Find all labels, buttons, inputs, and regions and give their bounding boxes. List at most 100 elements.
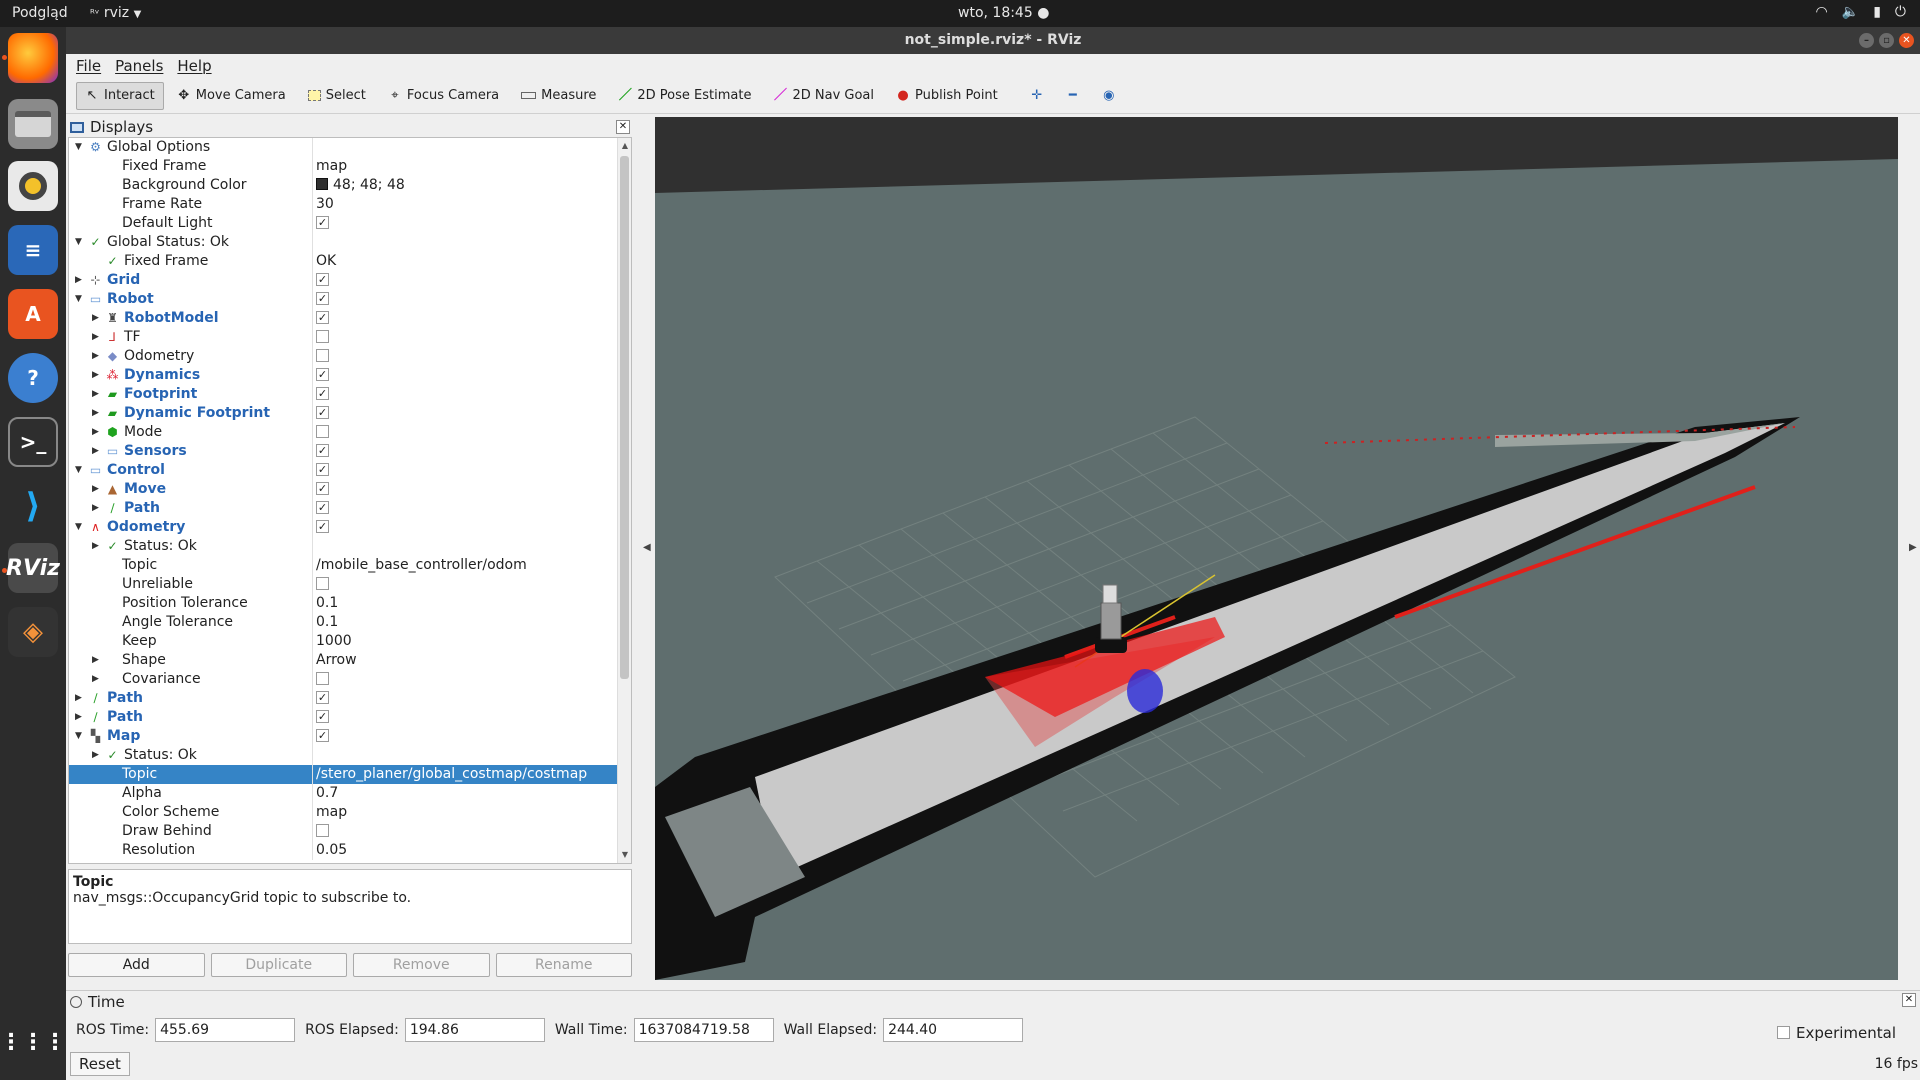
tree-scrollbar[interactable]: ▲ ▼	[617, 138, 631, 863]
tree-row-robot[interactable]: ▼ ▭ Robot ✓	[69, 290, 631, 309]
files-icon[interactable]	[8, 99, 58, 149]
enable-checkbox[interactable]: ✓	[316, 480, 329, 499]
enable-checkbox[interactable]	[316, 670, 329, 689]
wall-time-field[interactable]: 1637084719.58	[633, 1018, 774, 1042]
property-value[interactable]: 30	[316, 195, 334, 214]
checkbox-checked[interactable]: ✓	[316, 405, 329, 419]
checkbox-unchecked[interactable]	[316, 576, 329, 590]
tree-row-global-options[interactable]: ▼ ⚙ Global Options	[69, 138, 631, 157]
checkbox-unchecked[interactable]	[316, 348, 329, 362]
expand-right-icon[interactable]: ▶	[92, 442, 102, 461]
enable-checkbox[interactable]: ✓	[316, 290, 329, 309]
activities-label[interactable]: Podgląd	[12, 5, 68, 21]
enable-checkbox[interactable]: ✓	[316, 461, 329, 480]
enable-checkbox[interactable]: ✓	[316, 366, 329, 385]
move-camera-tool[interactable]: ✥ Move Camera	[168, 82, 295, 110]
system-tray[interactable]: ◠ 🔈 ▮ ⏻	[1816, 4, 1906, 20]
tree-row-unreliable[interactable]: Unreliable	[69, 575, 631, 594]
expand-right-icon[interactable]: ▶	[92, 537, 102, 556]
expand-right-icon[interactable]: ▶	[92, 423, 102, 442]
enable-checkbox[interactable]: ✓	[316, 518, 329, 537]
color-value[interactable]: 48; 48; 48	[316, 176, 405, 195]
expand-right-icon[interactable]: ▶	[75, 689, 85, 708]
expand-right-icon[interactable]: ▶	[75, 271, 85, 290]
collapse-right-icon[interactable]: ▶	[1909, 542, 1917, 553]
expand-right-icon[interactable]: ▶	[75, 708, 85, 727]
title-bar[interactable]: not_simple.rviz* - RViz – ▫ ✕	[66, 27, 1920, 54]
tree-row-frame-rate[interactable]: Frame Rate 30	[69, 195, 631, 214]
enable-checkbox[interactable]	[316, 423, 329, 442]
enable-checkbox[interactable]: ✓	[316, 442, 329, 461]
checkbox-checked[interactable]: ✓	[316, 443, 329, 457]
tree-row-resolution[interactable]: Resolution 0.05	[69, 841, 631, 860]
collapse-left-icon[interactable]: ◀	[643, 542, 651, 553]
experimental-toggle[interactable]: Experimental	[1776, 1024, 1896, 1042]
tree-row-color-scheme[interactable]: Color Scheme map	[69, 803, 631, 822]
pose-estimate-tool[interactable]: ／ 2D Pose Estimate	[609, 82, 760, 110]
duplicate-button[interactable]: Duplicate	[210, 953, 347, 977]
property-value[interactable]: 0.05	[316, 841, 347, 860]
tree-row-odometry[interactable]: ▶ ◆ Odometry	[69, 347, 631, 366]
libreoffice-writer-icon[interactable]: ≡	[8, 225, 58, 275]
menu-file[interactable]: File	[76, 57, 101, 75]
enable-checkbox[interactable]: ✓	[316, 309, 329, 328]
tree-row-map[interactable]: ▼ ▚ Map ✓	[69, 727, 631, 746]
close-time-panel-icon[interactable]: ✕	[1902, 993, 1916, 1007]
package-icon[interactable]: ◈	[8, 607, 58, 657]
tree-row-mode[interactable]: ▶ ⬢ Mode	[69, 423, 631, 442]
tree-row-default-light[interactable]: Default Light ✓	[69, 214, 631, 233]
enable-checkbox[interactable]: ✓	[316, 271, 329, 290]
checkbox-checked[interactable]: ✓	[316, 519, 329, 533]
select-tool[interactable]: Select	[299, 82, 375, 110]
tree-row-dynamic-footprint[interactable]: ▶ ▰ Dynamic Footprint ✓	[69, 404, 631, 423]
tree-row-sensors[interactable]: ▶ ▭ Sensors ✓	[69, 442, 631, 461]
expand-right-icon[interactable]: ▶	[92, 746, 102, 765]
tree-row-path[interactable]: ▶ ∕ Path ✓	[69, 689, 631, 708]
tree-row-global-status-ok[interactable]: ▼ ✓ Global Status: Ok	[69, 233, 631, 252]
terminal-icon[interactable]: >_	[8, 417, 58, 467]
tree-row-draw-behind[interactable]: Draw Behind	[69, 822, 631, 841]
rviz-icon[interactable]: RViz	[6, 543, 60, 593]
enable-checkbox[interactable]: ✓	[316, 689, 329, 708]
property-value[interactable]: map	[316, 803, 347, 822]
expand-down-icon[interactable]: ▼	[75, 461, 85, 480]
expand-right-icon[interactable]: ▶	[92, 670, 102, 689]
rename-button[interactable]: Rename	[495, 953, 632, 977]
tree-row-tf[interactable]: ▶ ⅃ TF	[69, 328, 631, 347]
enable-checkbox[interactable]: ✓	[316, 499, 329, 518]
enable-checkbox[interactable]	[316, 822, 329, 841]
property-value[interactable]: /stero_planer/global_costmap/costmap	[316, 765, 587, 784]
help-icon[interactable]: ?	[8, 353, 58, 403]
remove-button[interactable]: Remove	[353, 953, 490, 977]
add-button[interactable]: Add	[68, 953, 205, 977]
scroll-up-icon[interactable]: ▲	[618, 139, 631, 153]
expand-right-icon[interactable]: ▶	[92, 499, 102, 518]
wall-elapsed-field[interactable]: 244.40	[883, 1018, 1024, 1042]
expand-down-icon[interactable]: ▼	[75, 727, 85, 746]
reset-button[interactable]: Reset	[70, 1052, 130, 1076]
remove-tool-button[interactable]: ━	[1057, 82, 1089, 110]
tree-row-background-color[interactable]: Background Color 48; 48; 48	[69, 176, 631, 195]
checkbox-checked[interactable]: ✓	[316, 709, 329, 723]
scroll-thumb[interactable]	[620, 156, 629, 679]
property-value[interactable]: /mobile_base_controller/odom	[316, 556, 527, 575]
expand-right-icon[interactable]: ▶	[92, 385, 102, 404]
tool-properties-button[interactable]: ◉	[1093, 82, 1125, 110]
property-value[interactable]: OK	[316, 252, 336, 271]
close-panel-icon[interactable]: ✕	[616, 120, 630, 134]
enable-checkbox[interactable]: ✓	[316, 404, 329, 423]
expand-right-icon[interactable]: ▶	[92, 480, 102, 499]
enable-checkbox[interactable]	[316, 347, 329, 366]
expand-down-icon[interactable]: ▼	[75, 290, 85, 309]
tree-row-footprint[interactable]: ▶ ▰ Footprint ✓	[69, 385, 631, 404]
tree-row-topic[interactable]: Topic/mobile_base_controller/odom	[69, 556, 631, 575]
clock[interactable]: wto, 18:45 ●	[958, 5, 1049, 21]
property-value[interactable]: map	[316, 157, 347, 176]
software-center-icon[interactable]: A	[8, 289, 58, 339]
enable-checkbox[interactable]	[316, 328, 329, 347]
minimize-icon[interactable]: –	[1859, 33, 1874, 48]
measure-tool[interactable]: Measure	[512, 82, 605, 110]
tree-row-angle-tolerance[interactable]: Angle Tolerance 0.1	[69, 613, 631, 632]
checkbox-checked[interactable]: ✓	[316, 500, 329, 514]
checkbox-checked[interactable]: ✓	[316, 728, 329, 742]
